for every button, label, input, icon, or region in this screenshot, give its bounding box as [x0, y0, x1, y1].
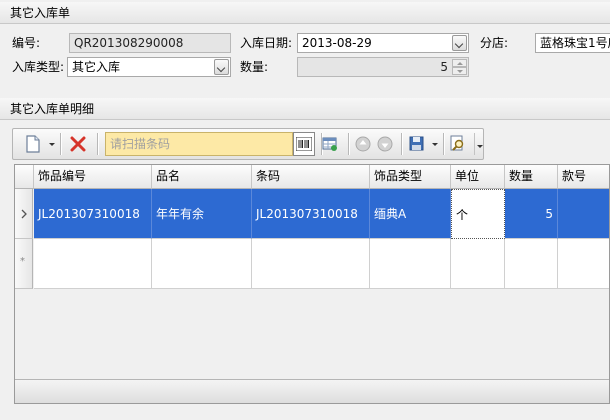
date-picker[interactable]: 2013-08-29 [297, 33, 469, 53]
save-button[interactable] [406, 133, 438, 155]
col-header-item-no[interactable]: 饰品编号 [34, 165, 152, 189]
new-cell-unit[interactable] [451, 239, 505, 289]
col-header-style-no[interactable]: 款号 [558, 165, 609, 189]
move-down-icon [377, 136, 393, 152]
cell-type[interactable]: 缅典A [370, 189, 451, 239]
delete-icon [70, 136, 86, 152]
new-doc-icon [26, 135, 40, 153]
col-header-unit[interactable]: 单位 [451, 165, 505, 189]
new-button[interactable] [23, 133, 55, 155]
new-cell-barcode[interactable] [252, 239, 370, 289]
new-caret-icon [49, 143, 55, 146]
find-button[interactable] [447, 133, 471, 155]
current-row-icon [21, 209, 27, 219]
cell-barcode[interactable]: JL201307310018 [252, 189, 370, 239]
cell-unit[interactable]: 个 [451, 189, 505, 239]
grid-corner [15, 165, 34, 189]
date-dropdown-icon[interactable] [452, 35, 467, 51]
store-field[interactable]: 蓝格珠宝1号店 [535, 33, 610, 53]
type-label: 入库类型: [12, 60, 65, 74]
col-header-barcode[interactable]: 条码 [252, 165, 370, 189]
toolbar-separator [401, 133, 402, 155]
col-header-qty[interactable]: 数量 [505, 165, 558, 189]
section-title-detail: 其它入库单明细 [0, 98, 610, 120]
col-header-type[interactable]: 饰品类型 [370, 165, 451, 189]
number-label: 编号: [12, 36, 41, 50]
move-down-button[interactable] [375, 133, 395, 155]
toolbar-separator [97, 133, 98, 155]
new-cell-style-no[interactable] [558, 239, 609, 289]
grid-settings-button[interactable] [318, 133, 340, 155]
toolbar-separator [60, 133, 61, 155]
toolbar-separator [348, 133, 349, 155]
date-value: 2013-08-29 [302, 36, 372, 50]
new-cell-type[interactable] [370, 239, 451, 289]
qty-spin-icon [452, 59, 467, 75]
toolbar-separator [443, 133, 444, 155]
section-title-receipt: 其它入库单 [0, 2, 610, 24]
type-select[interactable]: 其它入库 [67, 57, 231, 77]
delete-button[interactable] [67, 133, 89, 155]
new-cell-name[interactable] [152, 239, 252, 289]
move-up-icon [355, 136, 371, 152]
new-row-icon: * [20, 256, 25, 267]
move-up-button[interactable] [353, 133, 373, 155]
number-field: QR201308290008 [69, 33, 231, 53]
store-label: 分店: [480, 36, 509, 50]
qty-value: 5 [440, 60, 448, 74]
new-row-indicator[interactable]: * [15, 239, 33, 289]
save-caret-icon [432, 143, 438, 146]
toolbar-overflow-button[interactable] [474, 133, 484, 155]
row-indicator[interactable] [15, 189, 33, 239]
detail-toolbar: 请扫描条码 [12, 128, 484, 160]
cell-style-no[interactable] [558, 189, 609, 239]
grid-settings-icon [322, 137, 337, 151]
barcode-scan-button[interactable] [293, 132, 315, 156]
grid-footer [15, 379, 609, 403]
save-icon [409, 136, 424, 151]
qty-label: 数量: [240, 60, 269, 74]
cell-name[interactable]: 年年有余 [152, 189, 252, 239]
barcode-icon [296, 137, 312, 151]
barcode-scan-input[interactable]: 请扫描条码 [105, 132, 293, 156]
type-dropdown-icon[interactable] [214, 59, 229, 75]
new-cell-qty[interactable] [505, 239, 558, 289]
new-cell-item-no[interactable] [34, 239, 152, 289]
cell-qty[interactable]: 5 [505, 189, 558, 239]
detail-grid: 饰品编号 品名 条码 饰品类型 单位 数量 款号 JL201307310018 … [14, 164, 610, 404]
col-header-name[interactable]: 品名 [152, 165, 252, 189]
overflow-caret-icon [477, 145, 483, 148]
qty-stepper: 5 [297, 57, 469, 77]
type-value: 其它入库 [72, 60, 121, 74]
cell-item-no[interactable]: JL201307310018 [34, 189, 152, 239]
find-icon [450, 135, 464, 151]
date-label: 入库日期: [240, 36, 293, 50]
